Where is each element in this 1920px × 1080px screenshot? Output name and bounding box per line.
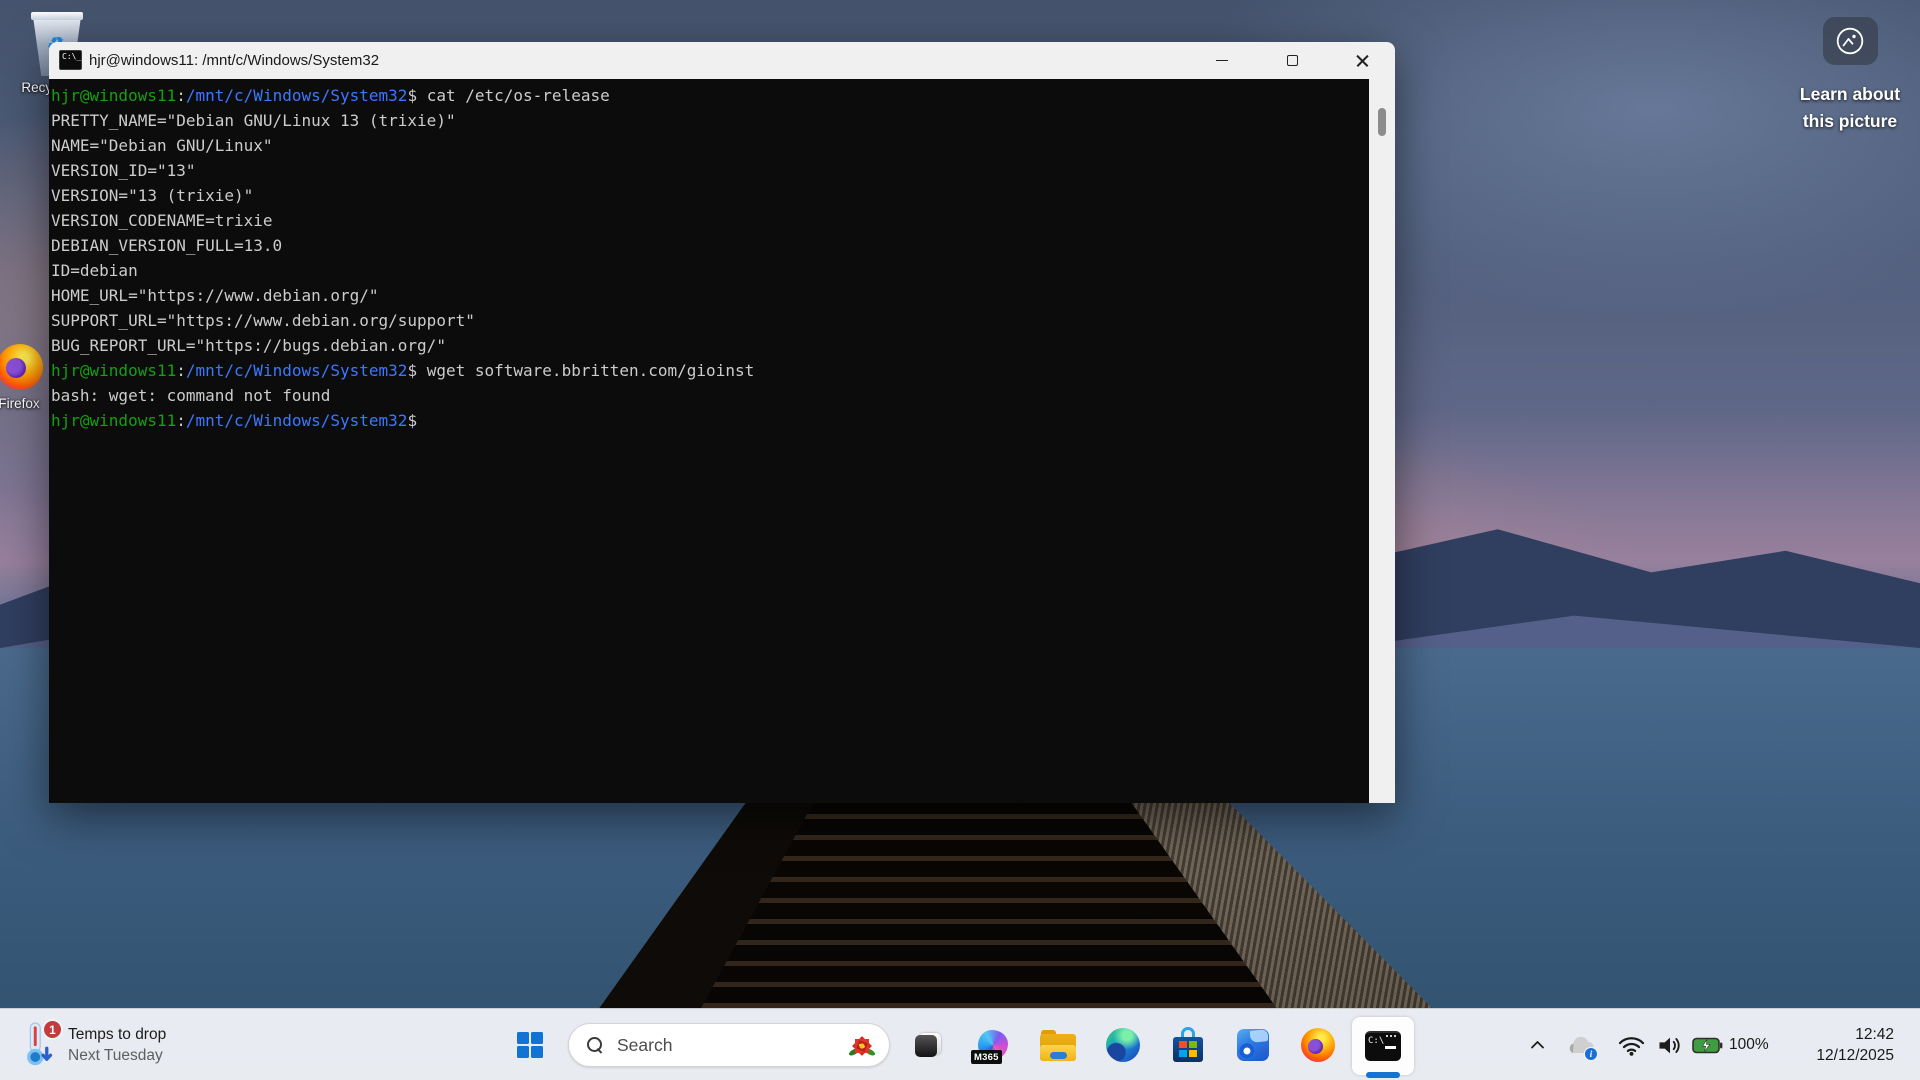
terminal-glyph: C:\ [1368,1036,1384,1046]
learn-about-picture-label: Learn about this picture [1770,81,1920,135]
wifi-icon[interactable] [1618,1035,1645,1056]
window-titlebar[interactable]: C:\_ hjr@windows11: /mnt/c/Windows/Syste… [49,42,1395,79]
onedrive-cloud-icon[interactable]: i [1564,1033,1596,1059]
running-indicator [1366,1072,1400,1078]
tray-chevron-icon[interactable] [1530,1039,1545,1050]
terminal-line: BUG_REPORT_URL="https://bugs.debian.org/… [51,333,1367,358]
terminal-icon: C:\ [1365,1031,1401,1061]
terminal-button[interactable]: C:\ [1352,1017,1414,1075]
terminal-content: hjr@windows11:/mnt/c/Windows/System32$ c… [49,79,1395,803]
outlook-icon [1236,1028,1270,1062]
weather-headline: Temps to drop [68,1024,166,1045]
weather-subline: Next Tuesday [68,1045,166,1066]
notification-badge: 1 [42,1019,63,1040]
weather-widget[interactable]: 1 Temps to drop Next Tuesday [8,1017,178,1073]
task-view-button[interactable] [906,1023,950,1067]
search-box[interactable]: Search [568,1023,890,1067]
task-view-icon-front [915,1035,937,1057]
battery-indicator[interactable]: 100% [1692,1036,1769,1054]
close-button[interactable] [1339,42,1385,79]
window-title: hjr@windows11: /mnt/c/Windows/System32 [89,42,379,79]
store-icon [1171,1027,1205,1063]
clock[interactable]: 12:42 12/12/2025 [1816,1024,1894,1066]
terminal-app-icon: C:\_ [59,50,82,70]
m365-copilot-button[interactable]: M365 [971,1023,1015,1067]
picture-icon [1823,17,1878,65]
taskbar: 1 Temps to drop Next Tuesday Search [0,1008,1920,1080]
terminal-cursor-line [1385,1046,1396,1049]
tray-date: 12/12/2025 [1816,1045,1894,1066]
thermometer-icon: 1 [20,1022,56,1068]
volume-icon[interactable] [1657,1035,1683,1056]
maximize-button[interactable] [1269,42,1315,79]
maximize-icon [1287,55,1298,66]
scrollbar-track[interactable] [1369,79,1395,803]
edge-button[interactable] [1101,1023,1145,1067]
learn-label-line1: Learn about [1770,81,1920,108]
learn-about-picture-widget[interactable]: Learn about this picture [1770,0,1920,135]
terminal-line: VERSION_ID="13" [51,158,1367,183]
tray-time: 12:42 [1816,1024,1894,1045]
terminal-line: bash: wget: command not found [51,383,1367,408]
cmd-glyph: C:\_ [62,53,81,61]
terminal-line: HOME_URL="https://www.debian.org/" [51,283,1367,308]
terminal-line: DEBIAN_VERSION_FULL=13.0 [51,233,1367,258]
terminal-line: hjr@windows11:/mnt/c/Windows/System32$ w… [51,358,1367,383]
terminal-line: hjr@windows11:/mnt/c/Windows/System32$ [51,408,1367,433]
start-button[interactable] [508,1023,552,1067]
edge-icon [1106,1028,1140,1062]
minimize-button[interactable] [1199,42,1245,79]
scrollbar-thumb[interactable] [1378,108,1386,136]
folder-icon [1040,1030,1076,1061]
firefox-icon [1301,1028,1335,1062]
weather-text: Temps to drop Next Tuesday [68,1024,166,1066]
terminal-line: hjr@windows11:/mnt/c/Windows/System32$ c… [51,83,1367,108]
terminal-line: VERSION_CODENAME=trixie [51,208,1367,233]
windows-logo-icon [517,1032,543,1058]
desktop: ♻ Recycle Bin Firefox Learn about this p… [0,0,1920,1080]
search-icon [587,1037,603,1053]
terminal-output[interactable]: hjr@windows11:/mnt/c/Windows/System32$ c… [49,79,1369,803]
minimize-icon [1216,60,1228,62]
terminal-line: SUPPORT_URL="https://www.debian.org/supp… [51,308,1367,333]
firefox-button[interactable] [1296,1023,1340,1067]
terminal-line: ID=debian [51,258,1367,283]
outlook-button[interactable] [1231,1023,1275,1067]
battery-percent: 100% [1729,1036,1769,1054]
battery-icon [1692,1037,1723,1054]
info-badge: i [1584,1047,1598,1061]
microsoft-store-button[interactable] [1166,1023,1210,1067]
search-placeholder: Search [617,1035,672,1056]
terminal-line: PRETTY_NAME="Debian GNU/Linux 13 (trixie… [51,108,1367,133]
terminal-button-plate: C:\ [1352,1017,1414,1075]
file-explorer-button[interactable] [1036,1023,1080,1067]
terminal-line: NAME="Debian GNU/Linux" [51,133,1367,158]
learn-label-line2: this picture [1770,108,1920,135]
terminal-window-dots [1386,1035,1398,1037]
terminal-window: C:\_ hjr@windows11: /mnt/c/Windows/Syste… [49,42,1395,803]
terminal-line: VERSION="13 (trixie)" [51,183,1367,208]
poinsettia-icon [849,1033,875,1059]
recycle-bin-lid [31,12,83,20]
m365-badge: M365 [971,1050,1002,1064]
